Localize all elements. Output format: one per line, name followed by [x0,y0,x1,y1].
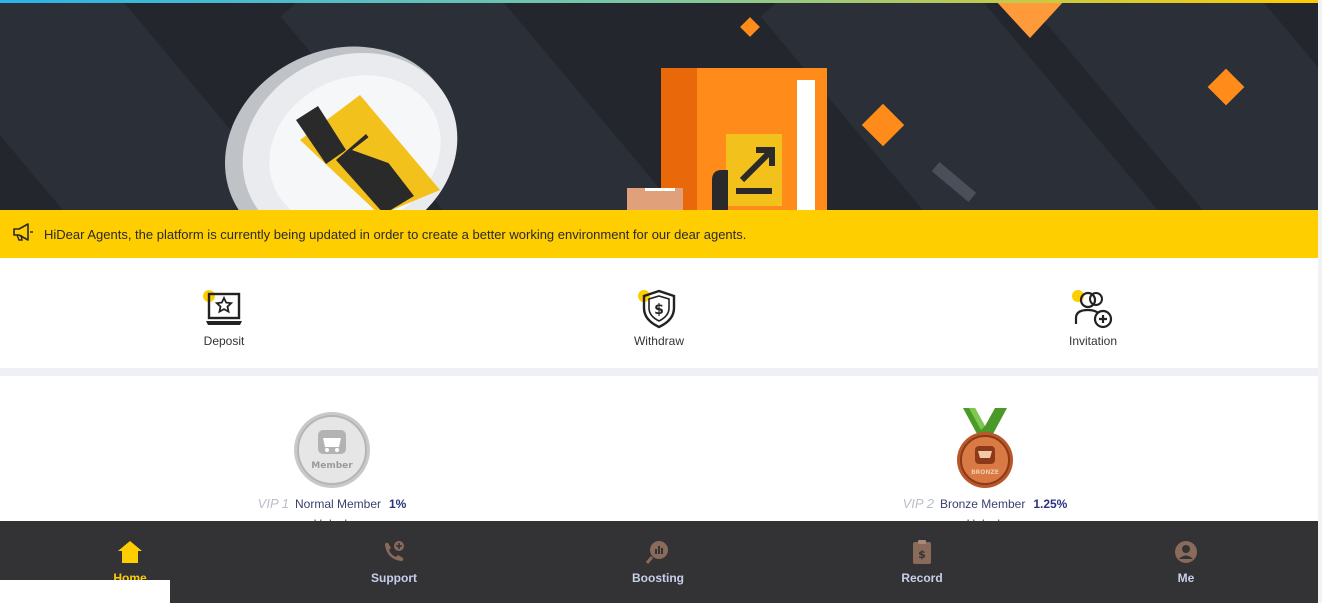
laptop-star-icon [203,288,245,330]
blank-overlay [0,580,170,603]
megaphone-icon [12,222,34,246]
nav-support[interactable]: Support [334,539,454,585]
shield-dollar-icon: $ [638,288,680,330]
vip-levels: Member VIP 1Normal Member1% Unlock BRONZ… [0,376,1318,526]
vip-1-name: Normal Member [294,497,381,511]
announcement-text: HiDear Agents, the platform is currently… [44,226,747,242]
invitation-label: Invitation [1068,334,1118,348]
vip-1-info: VIP 1 Normal Member 1% [202,496,462,511]
deposit-label: Deposit [203,334,245,348]
vip-2-level: VIP 2 [902,496,934,511]
svg-text:$: $ [918,548,926,561]
bottom-nav: Home Support Boosting $ Record Me [0,521,1318,603]
nav-boosting[interactable]: Boosting [598,539,718,585]
vip-card-1[interactable]: Member VIP 1Normal Member1% Unlock [202,408,462,526]
withdraw-button[interactable]: $ Withdraw [599,288,719,348]
nav-record[interactable]: $ Record [862,539,982,585]
add-user-icon [1072,288,1114,330]
silver-badge-text: Member [311,461,353,471]
nav-boosting-label: Boosting [632,571,684,585]
deposit-button[interactable]: Deposit [164,288,284,348]
scrollbar-track[interactable] [1318,0,1322,603]
nav-home[interactable]: Home [70,539,190,585]
boosting-chart-icon [645,539,671,565]
app-page: HiDear Agents, the platform is currently… [0,0,1322,603]
user-icon [1173,539,1199,565]
vip-card-2[interactable]: BRONZE VIP 2Bronze Member1.25% Unlock [855,408,1115,526]
bronze-member-medal-icon: BRONZE [945,408,1025,490]
top-accent-line [0,0,1322,3]
svg-text:$: $ [654,302,664,318]
vip-1-rate: 1% [389,497,407,511]
vip-2-name: Bronze Member [939,497,1026,511]
bronze-badge-text: BRONZE [971,469,999,476]
nav-support-label: Support [371,571,417,585]
nav-me[interactable]: Me [1126,539,1246,585]
record-clipboard-icon: $ [909,539,935,565]
invitation-button[interactable]: Invitation [1033,288,1153,348]
coin-graphic [225,46,458,210]
book-graphic [627,68,827,210]
nav-me-label: Me [1177,571,1195,585]
support-phone-icon [381,539,407,565]
withdraw-label: Withdraw [633,334,684,348]
nav-record-label: Record [901,571,943,585]
vip-2-info: VIP 2 Bronze Member 1.25% [855,496,1115,511]
quick-actions: Deposit $ Withdraw Invitation [0,258,1318,368]
vip-2-rate: 1.25% [1033,497,1068,511]
vip-1-level: VIP 1 [257,496,289,511]
silver-member-medal-icon: Member [292,408,372,490]
announcement-bar: HiDear Agents, the platform is currently… [0,210,1318,258]
banner-illustration [225,0,1245,210]
promo-banner[interactable] [0,0,1318,210]
home-icon [117,539,143,565]
